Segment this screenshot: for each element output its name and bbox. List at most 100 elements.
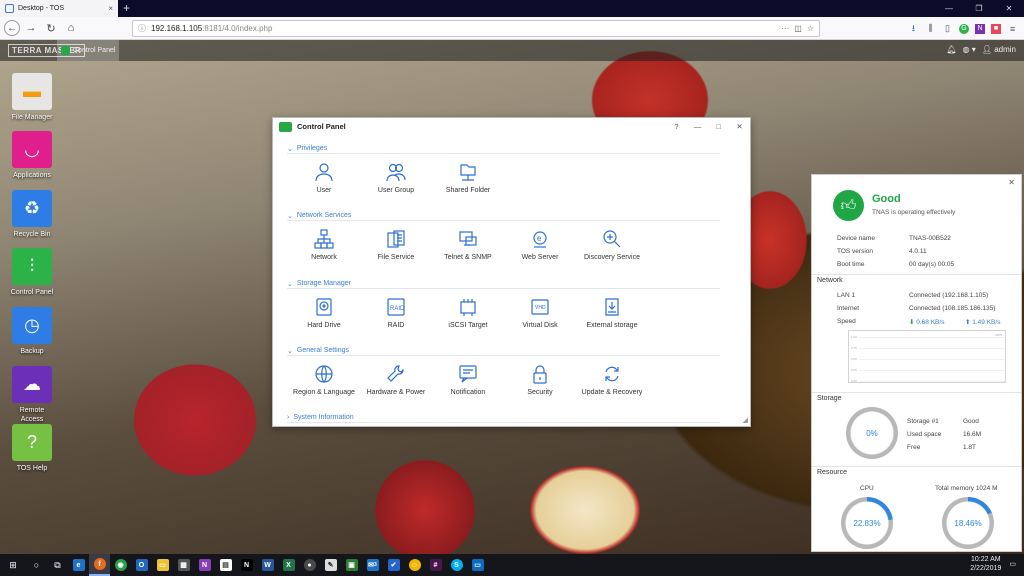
cp-item-virtual-disk[interactable]: VHD Virtual Disk (500, 297, 580, 329)
smile-icon[interactable]: ☺ (404, 554, 425, 576)
desktop-icon-file-manager[interactable]: ▬ File Manager (8, 73, 56, 122)
cp-item-user[interactable]: User (284, 162, 364, 194)
bookmark-star-icon[interactable]: ☆ (807, 24, 814, 33)
app-icon[interactable]: ● (299, 554, 320, 576)
edge-icon[interactable]: e (68, 554, 89, 576)
cp-item-notification[interactable]: Notification (428, 364, 508, 396)
notion-icon[interactable]: N (236, 554, 257, 576)
sidebar-icon[interactable]: ▯ (942, 23, 953, 34)
section-network-services[interactable]: ⌄ Network Services (287, 211, 720, 221)
help-button[interactable]: ? (666, 122, 687, 131)
chrome-icon[interactable]: ◉ (110, 554, 131, 576)
todo-icon[interactable]: ✔ (383, 554, 404, 576)
firefox-icon[interactable]: f (89, 554, 110, 576)
calendar-icon[interactable]: ▤ (215, 554, 236, 576)
window-restore-button[interactable]: ❐ (964, 0, 994, 17)
pocket-icon[interactable]: ◫ (794, 24, 802, 33)
network-section-title: Network (817, 277, 843, 284)
library-icon[interactable]: ⫼ (925, 23, 936, 34)
extension-icon[interactable]: ■ (991, 23, 1001, 34)
taskbar-control-panel[interactable]: Control Panel (57, 40, 119, 61)
greenshot-icon[interactable]: ▣ (341, 554, 362, 576)
cp-item-discovery-service[interactable]: Discovery Service (572, 229, 652, 261)
messaging-icon[interactable]: ✉ 3 (362, 554, 383, 576)
free-space-label: Free (907, 444, 921, 451)
user-name: admin (994, 45, 1016, 54)
skype-icon[interactable]: S (446, 554, 467, 576)
cp-item-network[interactable]: Network (284, 229, 364, 261)
outlook-icon[interactable]: O (131, 554, 152, 576)
desktop-icon-control-panel[interactable]: ⫶ Control Panel (8, 248, 56, 297)
reload-button[interactable]: ↻ (42, 19, 60, 37)
tab-close-button[interactable]: × (108, 4, 113, 13)
cp-item-hard-drive[interactable]: Hard Drive (284, 297, 364, 329)
tos-version-label: TOS version (837, 248, 874, 255)
desktop-icon-recycle-bin[interactable]: ♻ Recycle Bin (8, 190, 56, 239)
desktop-icon-backup[interactable]: ◷ Backup (8, 307, 56, 356)
section-general-settings[interactable]: ⌄ General Settings (287, 346, 720, 356)
excel-icon[interactable]: X (278, 554, 299, 576)
cp-item-label: User Group (377, 187, 415, 194)
onenote-taskbar-icon[interactable]: N (194, 554, 215, 576)
globe-icon[interactable]: ◍ ▾ (963, 45, 976, 54)
site-info-icon[interactable]: ⓘ (138, 23, 146, 34)
new-tab-button[interactable]: + (123, 1, 130, 15)
url-text[interactable]: 192.168.1.105:8181/4.0/index.php (151, 24, 776, 33)
cp-item-telnet-and-snmp[interactable]: Telnet & SNMP (428, 229, 508, 261)
cp-item-label: Shared Folder (445, 187, 491, 194)
cp-item-file-service[interactable]: File Service (356, 229, 436, 261)
resize-handle[interactable]: ◢ (743, 416, 748, 424)
control-panel-titlebar[interactable]: Control Panel ? — □ ✕ (273, 118, 750, 135)
file-explorer-icon[interactable]: ▭ (152, 554, 173, 576)
back-button[interactable]: ← (4, 20, 20, 36)
desktop-icon-remote-access[interactable]: ☁ Remote Access (8, 366, 56, 424)
maximize-button[interactable]: □ (708, 122, 729, 131)
home-button[interactable]: ⌂ (62, 19, 80, 37)
remote-desktop-icon[interactable]: ▭ (467, 554, 488, 576)
status-close-button[interactable]: ✕ (1008, 178, 1015, 187)
task-view-icon[interactable]: ⧉ (47, 554, 68, 576)
word-icon[interactable]: W (257, 554, 278, 576)
section-system-information[interactable]: › System Information (287, 413, 720, 423)
windows-start-icon[interactable]: ⊞ (0, 554, 26, 576)
desktop-icon-tos-help[interactable]: ? TOS Help (8, 424, 56, 473)
window-minimize-button[interactable]: — (934, 0, 964, 17)
user-menu[interactable]: 👤︎ admin (982, 45, 1016, 54)
cp-item-security[interactable]: Security (500, 364, 580, 396)
cp-item-web-server[interactable]: e Web Server (500, 229, 580, 261)
address-bar[interactable]: ⓘ 192.168.1.105:8181/4.0/index.php ··· ◫… (132, 20, 820, 37)
action-center-icon[interactable]: ▭ (1009, 560, 1016, 568)
store-icon[interactable]: ▦ (173, 554, 194, 576)
menu-icon[interactable]: ≡ (1007, 24, 1018, 34)
desktop-icon-applications[interactable]: ◡ Applications (8, 131, 56, 180)
media-icon[interactable]: ✎ (320, 554, 341, 576)
cp-item-raid[interactable]: RAID RAID (356, 297, 436, 329)
minimize-button[interactable]: — (687, 122, 708, 131)
cp-item-iscsi-target[interactable]: iSCSI Target (428, 297, 508, 329)
download-icon[interactable]: ⭳ (908, 21, 919, 37)
browser-tab[interactable]: Desktop - TOS × (0, 0, 118, 17)
section-privileges[interactable]: ⌄ Privileges (287, 144, 720, 154)
forward-button[interactable]: → (22, 19, 40, 37)
cp-item-external-storage[interactable]: External storage (572, 297, 652, 329)
control-panel-icon (61, 46, 70, 55)
cp-item-user-group[interactable]: User Group (356, 162, 436, 194)
window-close-button[interactable]: ✕ (994, 0, 1024, 17)
grammarly-icon[interactable]: G (959, 23, 969, 34)
close-button[interactable]: ✕ (729, 122, 750, 131)
cp-item-hardware-and-power[interactable]: Hardware & Power (356, 364, 436, 396)
section-title: General Settings (296, 347, 350, 354)
web-server-icon: e (533, 231, 547, 248)
cp-item-update-and-recovery[interactable]: Update & Recovery (572, 364, 652, 396)
cp-item-shared-folder[interactable]: Shared Folder (428, 162, 508, 194)
hardware-and-power-icon (387, 365, 404, 382)
clock[interactable]: 10:22 AM 2/22/2019 (970, 555, 1001, 573)
section-storage-manager[interactable]: ⌄ Storage Manager (287, 279, 720, 289)
slack-icon[interactable]: # (425, 554, 446, 576)
notification-icon[interactable]: 🔔︎ (946, 45, 956, 54)
onenote-icon[interactable]: N (975, 23, 985, 34)
cp-item-region-and-language[interactable]: Region & Language (284, 364, 364, 396)
search-icon[interactable]: ○ (26, 554, 47, 576)
windows-taskbar: ⊞ ○ ⧉ e f ◉ O ▭ ▦ N ▤ N W X ● ✎ ▣ ✉ 3 ✔ ☺… (0, 554, 1024, 576)
page-actions-button[interactable]: ··· (781, 24, 789, 33)
